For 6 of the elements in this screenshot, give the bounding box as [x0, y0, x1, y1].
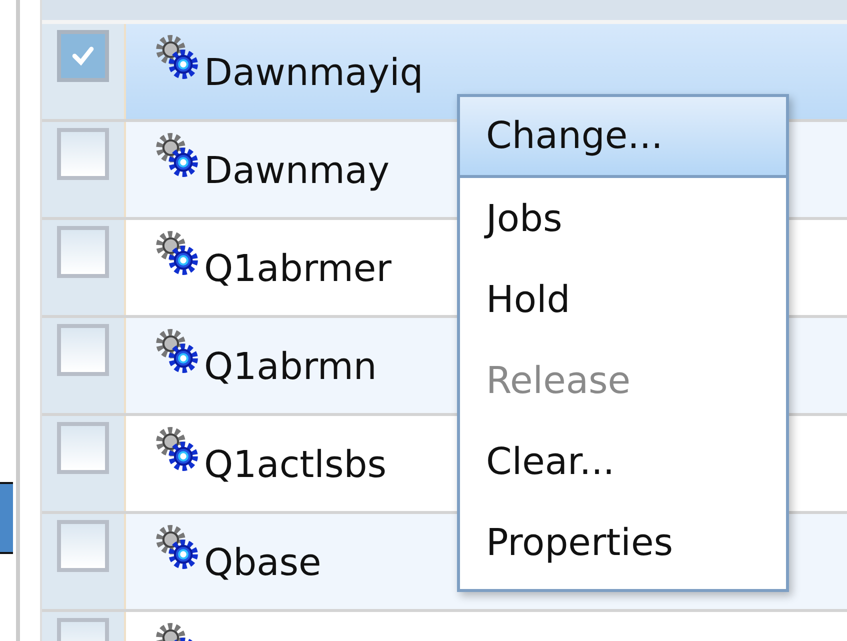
name-text: Qbase — [204, 540, 322, 586]
name-text: Q1actlsbs — [204, 442, 387, 488]
name-text: Dawnmay — [204, 148, 390, 194]
name-text: Q1abrmn — [204, 344, 377, 390]
name-text: Q1abrmer — [204, 246, 392, 292]
name-text: Dawnmayiq — [204, 50, 424, 96]
